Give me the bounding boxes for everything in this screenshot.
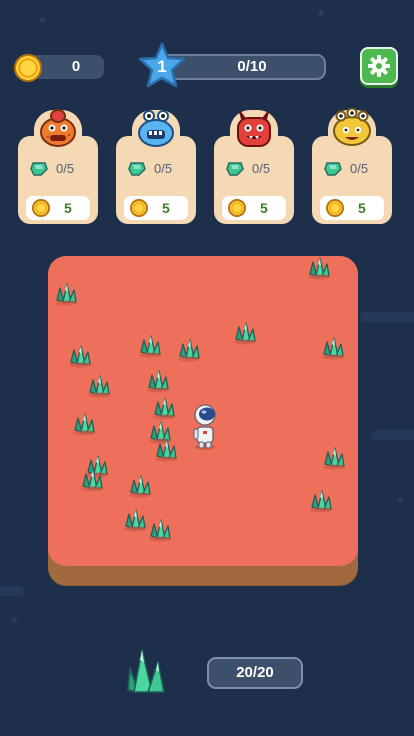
crystal-cluster[interactable] xyxy=(146,370,170,394)
inventory-capacity: 20/20 xyxy=(207,657,303,689)
crystal-cluster[interactable] xyxy=(321,337,345,361)
crystal-cluster[interactable] xyxy=(152,397,176,421)
crystal-cluster[interactable] xyxy=(177,339,201,363)
crystal-cluster[interactable] xyxy=(309,490,333,514)
crystal-cluster[interactable] xyxy=(233,322,257,346)
astronaut-player xyxy=(193,404,216,450)
crystal-cluster[interactable] xyxy=(138,335,162,359)
crystal-cluster[interactable] xyxy=(87,375,111,399)
crystal-cluster[interactable] xyxy=(322,447,346,471)
crystal-cluster[interactable] xyxy=(128,475,152,499)
crystal-cluster[interactable] xyxy=(72,413,96,437)
crystal-cluster[interactable] xyxy=(148,519,172,543)
crystal-cluster[interactable] xyxy=(123,509,147,533)
crystal-cluster[interactable] xyxy=(85,455,109,479)
crystal-field xyxy=(54,257,346,543)
capacity-text: 20/20 xyxy=(236,664,274,681)
crystal-cluster[interactable] xyxy=(54,283,78,307)
crystal-cluster[interactable] xyxy=(307,257,331,281)
green-crystal-icon xyxy=(127,649,165,693)
crystal-cluster[interactable] xyxy=(68,345,92,369)
